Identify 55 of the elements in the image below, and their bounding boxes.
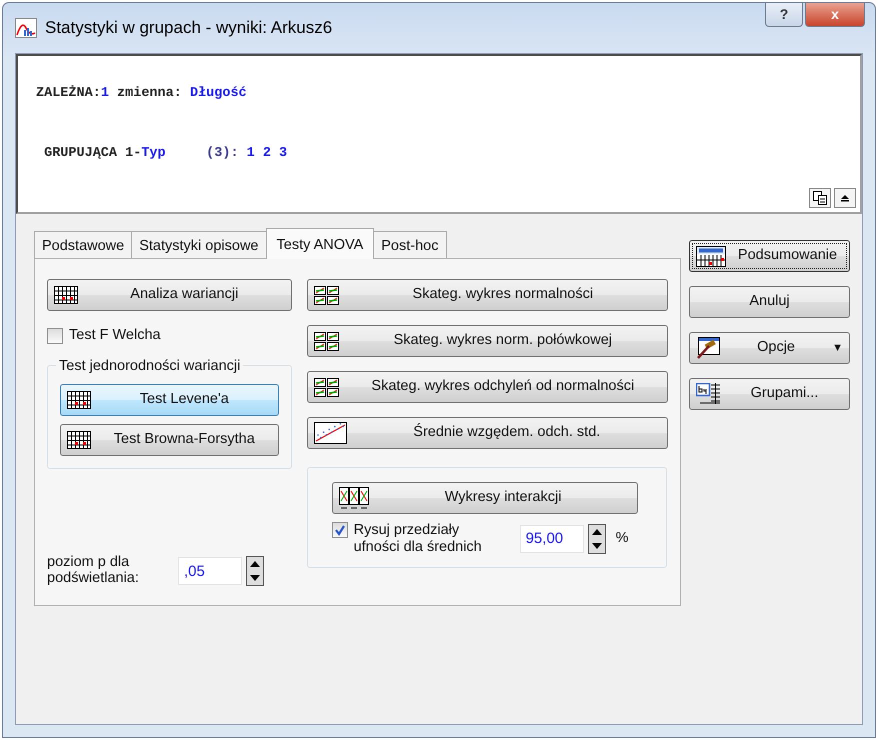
window-title: Statystyki w grupach - wyniki: Arkusz6	[45, 17, 332, 40]
app-icon	[15, 18, 37, 38]
checkmark-icon	[334, 524, 346, 536]
output-text: ZALEŻNA:	[36, 84, 101, 103]
button[interactable]: Opcje ▼	[689, 332, 850, 364]
checkbox[interactable]	[47, 328, 63, 344]
checkbox-label: Rysuj przedziały ufności dla średnich	[354, 522, 483, 556]
button[interactable]: Test Levene'a	[60, 384, 279, 416]
collapse-button[interactable]	[834, 188, 856, 208]
scatter-plot-icon	[314, 422, 347, 444]
value-field[interactable]: ,05	[178, 557, 242, 586]
button[interactable]: Wykresy interakcji	[332, 482, 638, 514]
up-arrow-icon	[250, 561, 260, 568]
button[interactable]: Test Browna-Forsytha	[60, 424, 279, 456]
unit-label: %	[616, 528, 628, 548]
output-text: zmienna:	[116, 85, 183, 103]
button[interactable]: Skateg. wykres odchyleń od normalności	[306, 371, 668, 403]
tab[interactable]: Testy ANOVA	[266, 228, 374, 259]
help-button[interactable]: ?	[765, 3, 803, 27]
button[interactable]: Analiza wariancji	[47, 279, 292, 311]
interaction-plot-icon	[338, 487, 370, 509]
table-icon	[54, 286, 78, 304]
down-arrow-icon	[250, 575, 260, 582]
button[interactable]: Anuluj	[689, 286, 850, 318]
output-text: Długość	[190, 85, 247, 103]
chart-grid-icon	[314, 332, 339, 350]
chart-grid-icon	[314, 286, 339, 304]
output-text: GRUPUJĄCA 1-	[43, 145, 142, 164]
output-text: 1	[100, 85, 109, 103]
button[interactable]: Podsumowanie	[689, 240, 850, 272]
collapse-icon	[841, 194, 849, 202]
grouped-table-icon	[696, 383, 720, 405]
checkbox-label: Test F Welcha	[69, 326, 161, 345]
output-text: 1 2 3	[246, 145, 288, 164]
copy-button[interactable]	[809, 188, 831, 208]
down-arrow-icon	[592, 542, 602, 549]
button[interactable]: Skateg. wykres normalności	[306, 279, 668, 311]
dropdown-arrow: ▼	[832, 340, 843, 356]
checkbox[interactable]	[332, 522, 348, 538]
output-text: Typ	[141, 145, 166, 164]
field-label: poziom p dla podświetlania:	[47, 555, 140, 587]
button[interactable]: Skateg. wykres norm. połówkowej	[306, 325, 668, 357]
tab[interactable]: Post-hoc	[373, 231, 446, 258]
hammer-icon	[696, 337, 720, 359]
button[interactable]: Średnie wzgędem. odch. std.	[306, 417, 668, 449]
table-icon	[67, 430, 91, 449]
table-icon	[67, 390, 91, 409]
tab[interactable]: Podstawowe	[34, 231, 132, 258]
value-field[interactable]: 95,00	[520, 524, 584, 553]
summary-table-icon	[696, 246, 726, 266]
up-arrow-icon	[592, 528, 602, 535]
output-text: (3):	[205, 145, 240, 164]
copy-icon	[813, 191, 827, 205]
button[interactable]: Grupami...	[689, 378, 850, 410]
chart-grid-icon	[314, 378, 339, 396]
